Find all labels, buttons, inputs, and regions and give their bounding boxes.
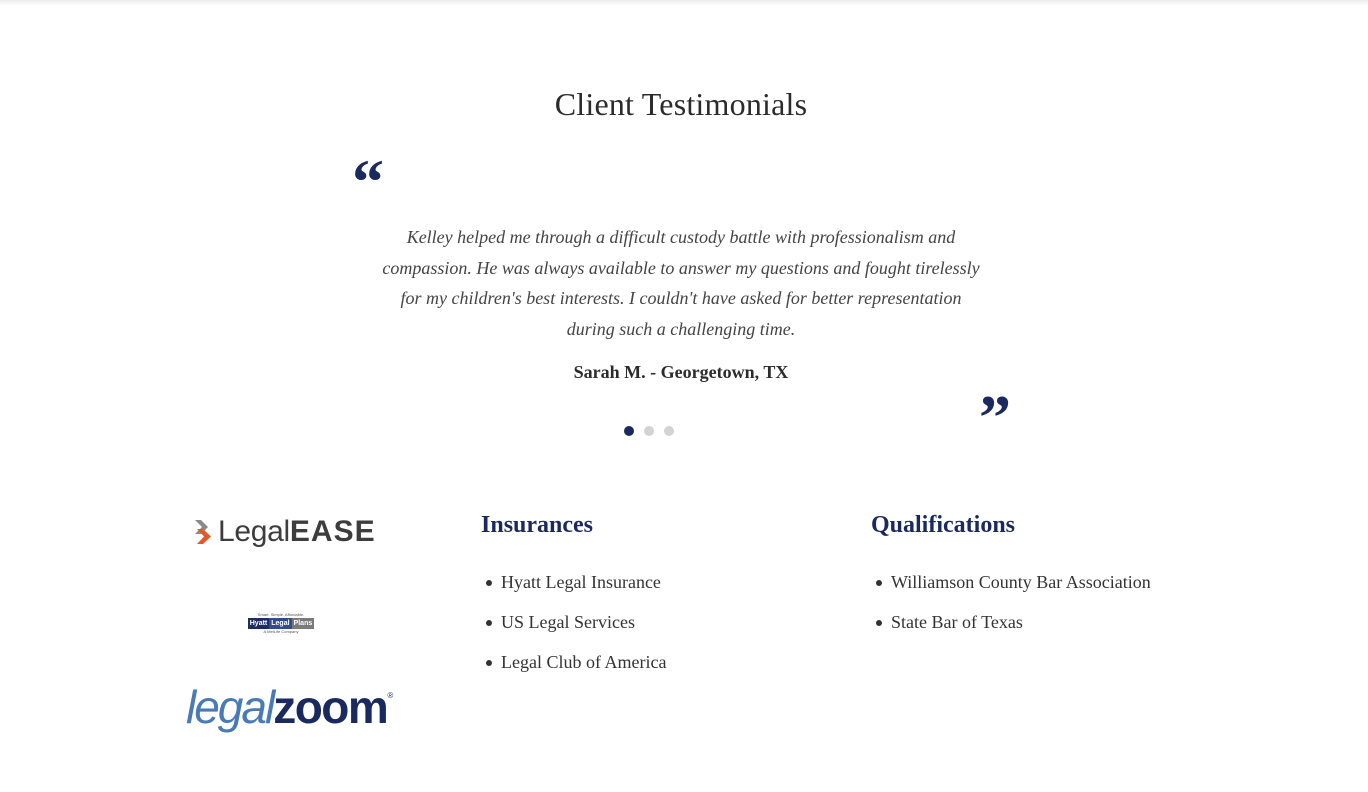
hyatt-word-3: Plans — [291, 618, 315, 629]
insurances-list: Hyatt Legal Insurance US Legal Services … — [481, 572, 666, 692]
legalzoom-part1: legal — [186, 681, 275, 733]
list-item: Hyatt Legal Insurance — [481, 572, 666, 612]
list-item: State Bar of Texas — [871, 612, 1151, 652]
list-item: US Legal Services — [481, 612, 666, 652]
open-quote-icon: “ — [352, 146, 384, 217]
hyatt-legal-plans-logo: Smart. Simple. Affordable. Hyatt Legal P… — [247, 612, 315, 635]
legalzoom-part2: zoom — [273, 681, 389, 733]
close-quote-icon: ” — [979, 382, 1011, 453]
carousel-dot-3[interactable] — [664, 426, 674, 436]
testimonial-text: Kelley helped me through a difficult cus… — [382, 227, 980, 339]
hyatt-word-1: Hyatt — [247, 618, 270, 629]
legalease-prefix: Legal — [218, 515, 290, 548]
carousel-dot-2[interactable] — [644, 426, 654, 436]
insurances-heading: Insurances — [481, 512, 594, 538]
carousel-dots — [624, 426, 674, 436]
qualifications-list: Williamson County Bar Association State … — [871, 572, 1151, 652]
list-item: Williamson County Bar Association — [871, 572, 1151, 612]
qualifications-heading: Qualifications — [871, 512, 1016, 538]
carousel-dot-1[interactable] — [624, 426, 634, 436]
section-title: Client Testimonials — [554, 86, 808, 122]
hyatt-subtitle: A MetLife Company — [263, 629, 299, 634]
list-item: Legal Club of America — [481, 652, 666, 692]
testimonial-author: Sarah M. - Georgetown, TX — [573, 362, 789, 382]
legalzoom-logo: legalzoom® — [186, 684, 393, 730]
legalease-chevron-icon — [195, 520, 211, 544]
hyatt-word-2: Legal — [269, 618, 292, 629]
header-shadow — [0, 0, 1368, 6]
hyatt-tagline: Smart. Simple. Affordable. — [257, 612, 305, 617]
registered-mark: ® — [387, 691, 394, 700]
legalease-suffix: EASE — [289, 515, 376, 548]
legalease-logo: LegalEASE — [194, 515, 376, 549]
